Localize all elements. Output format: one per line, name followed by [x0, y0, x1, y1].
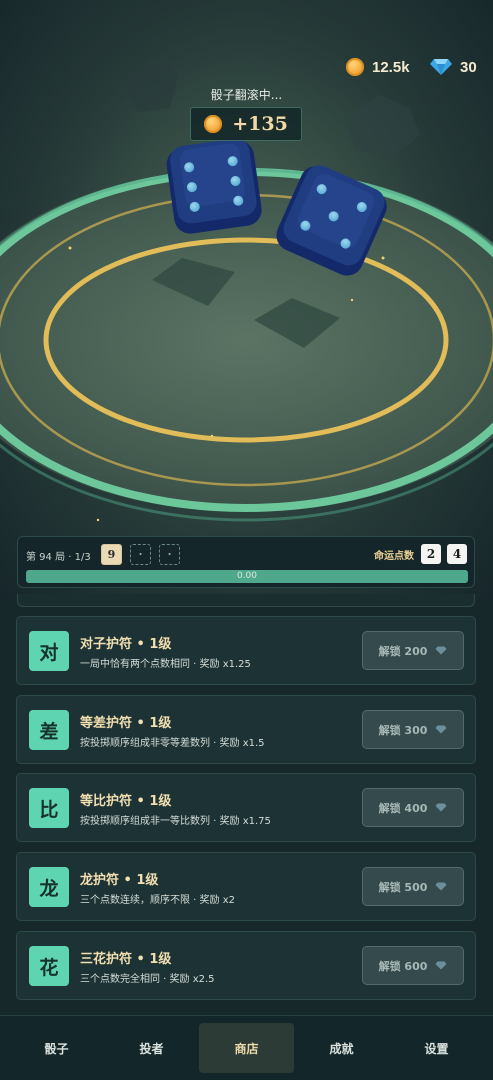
coin-counter: 12.5k: [346, 58, 410, 76]
charm-title: 等比护符 • 1级: [80, 794, 172, 809]
nav-throwers[interactable]: 投者: [104, 1023, 199, 1073]
charm-title: 对子护符 • 1级: [80, 637, 172, 652]
round-status-bar: 第 94 局 · 1/3 9 · · 命运点数 2 4 0.00: [17, 536, 475, 588]
unlock-label: 解锁 600: [378, 959, 428, 973]
coin-amount: 12.5k: [372, 58, 410, 76]
unlock-button[interactable]: 解锁 200: [362, 631, 464, 670]
charm-icon: 花: [29, 946, 69, 986]
die-one: [166, 138, 262, 234]
progress-text: 0.00: [236, 571, 258, 581]
charm-title: 三花护符 • 1级: [80, 952, 172, 967]
charm-card: 对 对子护符 • 1级 一局中恰有两个点数相同 · 奖励 x1.25 解锁 20…: [16, 616, 476, 685]
diamond-icon: [430, 59, 452, 75]
dice-arena: 12.5k 30 骰子翻滚中... +135: [0, 0, 493, 600]
fate-number: 4: [447, 544, 467, 564]
charm-description: 三个点数完全相同 · 奖励 x2.5: [80, 974, 215, 985]
charm-card: 花 三花护符 • 1级 三个点数完全相同 · 奖励 x2.5 解锁 600: [16, 931, 476, 1000]
diamond-icon: [435, 961, 447, 970]
diamond-icon: [435, 882, 447, 891]
diamond-icon: [435, 725, 447, 734]
unlock-label: 解锁 400: [378, 801, 428, 815]
roll-slot: 9: [101, 544, 122, 565]
unlock-label: 解锁 200: [378, 644, 428, 658]
unlock-label: 解锁 500: [378, 880, 428, 894]
bottom-navigation: 骰子 投者 商店 成就 设置: [0, 1015, 493, 1080]
charm-description: 三个点数连续，顺序不限 · 奖励 x2: [80, 895, 235, 906]
reward-display: +135: [190, 107, 302, 141]
unlock-button[interactable]: 解锁 600: [362, 946, 464, 985]
unlock-button[interactable]: 解锁 300: [362, 710, 464, 749]
charm-title: 等差护符 • 1级: [80, 716, 172, 731]
diamond-icon: [435, 646, 447, 655]
list-card-edge: [17, 594, 475, 607]
gem-counter: 30: [430, 58, 477, 76]
fate-number: 2: [421, 544, 441, 564]
coin-icon: [346, 58, 364, 76]
diamond-icon: [435, 803, 447, 812]
charm-card: 比 等比护符 • 1级 按投掷顺序组成非一等比数列 · 奖励 x1.75 解锁 …: [16, 773, 476, 842]
nav-settings[interactable]: 设置: [389, 1023, 484, 1073]
charm-icon: 对: [29, 631, 69, 671]
unlock-button[interactable]: 解锁 500: [362, 867, 464, 906]
reward-amount: +135: [232, 113, 288, 135]
roll-slot: ·: [130, 544, 151, 565]
roll-slot: ·: [159, 544, 180, 565]
coin-icon: [204, 115, 223, 133]
unlock-button[interactable]: 解锁 400: [362, 788, 464, 827]
progress-bar: 0.00: [26, 570, 468, 583]
nav-dice[interactable]: 骰子: [9, 1023, 104, 1073]
charm-title: 龙护符 • 1级: [80, 873, 159, 888]
rolling-status: 骰子翻滚中...: [210, 88, 283, 102]
gem-amount: 30: [460, 58, 477, 76]
fate-label: 命运点数: [374, 551, 414, 562]
charm-description: 按投掷顺序组成非一等比数列 · 奖励 x1.75: [80, 816, 271, 827]
background-rock: [125, 57, 178, 112]
charm-card: 龙 龙护符 • 1级 三个点数连续，顺序不限 · 奖励 x2 解锁 500: [16, 852, 476, 921]
nav-shop[interactable]: 商店: [199, 1023, 294, 1073]
charm-icon: 差: [29, 710, 69, 750]
background-rock: [345, 95, 420, 158]
charm-description: 一局中恰有两个点数相同 · 奖励 x1.25: [80, 659, 251, 670]
charm-icon: 龙: [29, 867, 69, 907]
charm-icon: 比: [29, 788, 69, 828]
charm-description: 按投掷顺序组成非零等差数列 · 奖励 x1.5: [80, 738, 265, 749]
charm-card: 差 等差护符 • 1级 按投掷顺序组成非零等差数列 · 奖励 x1.5 解锁 3…: [16, 695, 476, 764]
round-label: 第 94 局 · 1/3: [26, 552, 91, 563]
unlock-label: 解锁 300: [378, 723, 428, 737]
nav-achievements[interactable]: 成就: [294, 1023, 389, 1073]
